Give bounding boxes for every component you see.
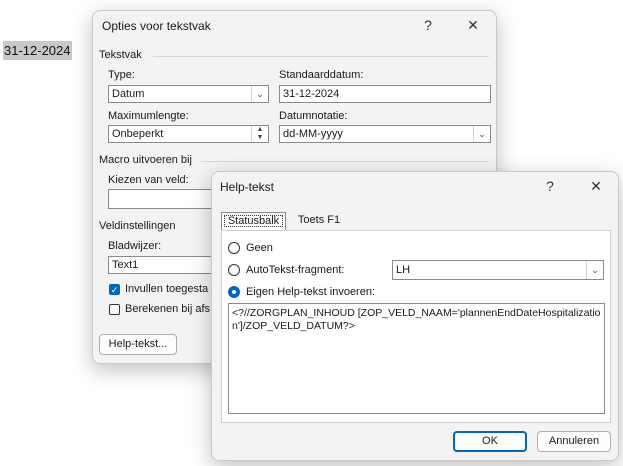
bookmark-input[interactable]: Text1 xyxy=(108,256,218,274)
section-divider xyxy=(201,161,489,162)
on-enter-select[interactable] xyxy=(108,189,218,209)
close-icon[interactable]: ✕ xyxy=(463,17,483,34)
tab-f1-key[interactable]: Toets F1 xyxy=(288,212,350,230)
default-date-label: Standaarddatum: xyxy=(279,69,364,81)
section-heading-macro: Macro uitvoeren bij xyxy=(99,154,192,166)
max-length-value: Onbeperkt xyxy=(112,128,164,140)
tab-panel: Geen AutoTekst-fragment: LH ⌄ Eigen Help… xyxy=(221,230,611,423)
section-heading-textfield: Tekstvak xyxy=(99,49,142,61)
ok-button[interactable]: OK xyxy=(453,431,527,452)
section-heading-field-settings: Veldinstellingen xyxy=(99,220,176,232)
radio-custom-text[interactable] xyxy=(228,286,240,298)
dialog-title: Opties voor tekstvak xyxy=(102,19,211,33)
cancel-button[interactable]: Annuleren xyxy=(537,431,611,452)
fill-in-enabled-checkbox[interactable]: ✓ xyxy=(109,284,120,295)
chevron-down-icon: ⌄ xyxy=(251,86,268,102)
date-format-label: Datumnotatie: xyxy=(279,110,348,122)
autotext-value: LH xyxy=(396,264,411,276)
radio-none-label: Geen xyxy=(246,242,273,254)
radio-none[interactable] xyxy=(228,242,240,254)
fill-in-enabled-label: Invullen toegesta xyxy=(125,283,209,295)
type-label: Type: xyxy=(108,69,135,81)
chevron-down-icon: ⌄ xyxy=(586,261,603,279)
on-enter-label: Kiezen van veld: xyxy=(108,174,189,186)
radio-custom-text-label: Eigen Help-tekst invoeren: xyxy=(246,286,376,298)
radio-autotext-label: AutoTekst-fragment: xyxy=(246,264,345,276)
calculate-on-exit-checkbox[interactable] xyxy=(109,304,120,315)
radio-autotext[interactable] xyxy=(228,264,240,276)
bookmark-label: Bladwijzer: xyxy=(108,240,162,252)
max-length-label: Maximumlengte: xyxy=(108,110,189,122)
date-format-value: dd-MM-yyyy xyxy=(283,128,343,140)
default-date-input[interactable]: 31-12-2024 xyxy=(279,85,491,103)
close-icon[interactable]: ✕ xyxy=(586,178,606,195)
dialog-title: Help-tekst xyxy=(220,180,275,194)
tab-statusbar[interactable]: Statusbalk xyxy=(221,212,286,230)
autotext-select[interactable]: LH ⌄ xyxy=(392,260,604,280)
section-divider xyxy=(153,56,489,57)
custom-help-text-area[interactable]: <?//ZORGPLAN_INHOUD [ZOP_VELD_NAAM='plan… xyxy=(228,303,605,414)
help-text-dialog: Help-tekst ? ✕ Statusbalk Toets F1 Geen … xyxy=(211,171,619,461)
calculate-on-exit-label: Berekenen bij afs xyxy=(125,303,210,315)
help-text-button[interactable]: Help-tekst... xyxy=(99,334,177,355)
document-date-field[interactable]: 31-12-2024 xyxy=(3,41,72,60)
max-length-stepper[interactable]: Onbeperkt ▲ ▼ xyxy=(108,125,269,143)
type-select[interactable]: Datum ⌄ xyxy=(108,85,269,103)
chevron-down-icon: ⌄ xyxy=(473,126,490,142)
help-icon[interactable]: ? xyxy=(418,17,438,33)
spinner-icon[interactable]: ▲ ▼ xyxy=(251,126,268,142)
date-format-select[interactable]: dd-MM-yyyy ⌄ xyxy=(279,125,491,143)
help-icon[interactable]: ? xyxy=(540,178,560,194)
type-select-value: Datum xyxy=(112,88,145,100)
